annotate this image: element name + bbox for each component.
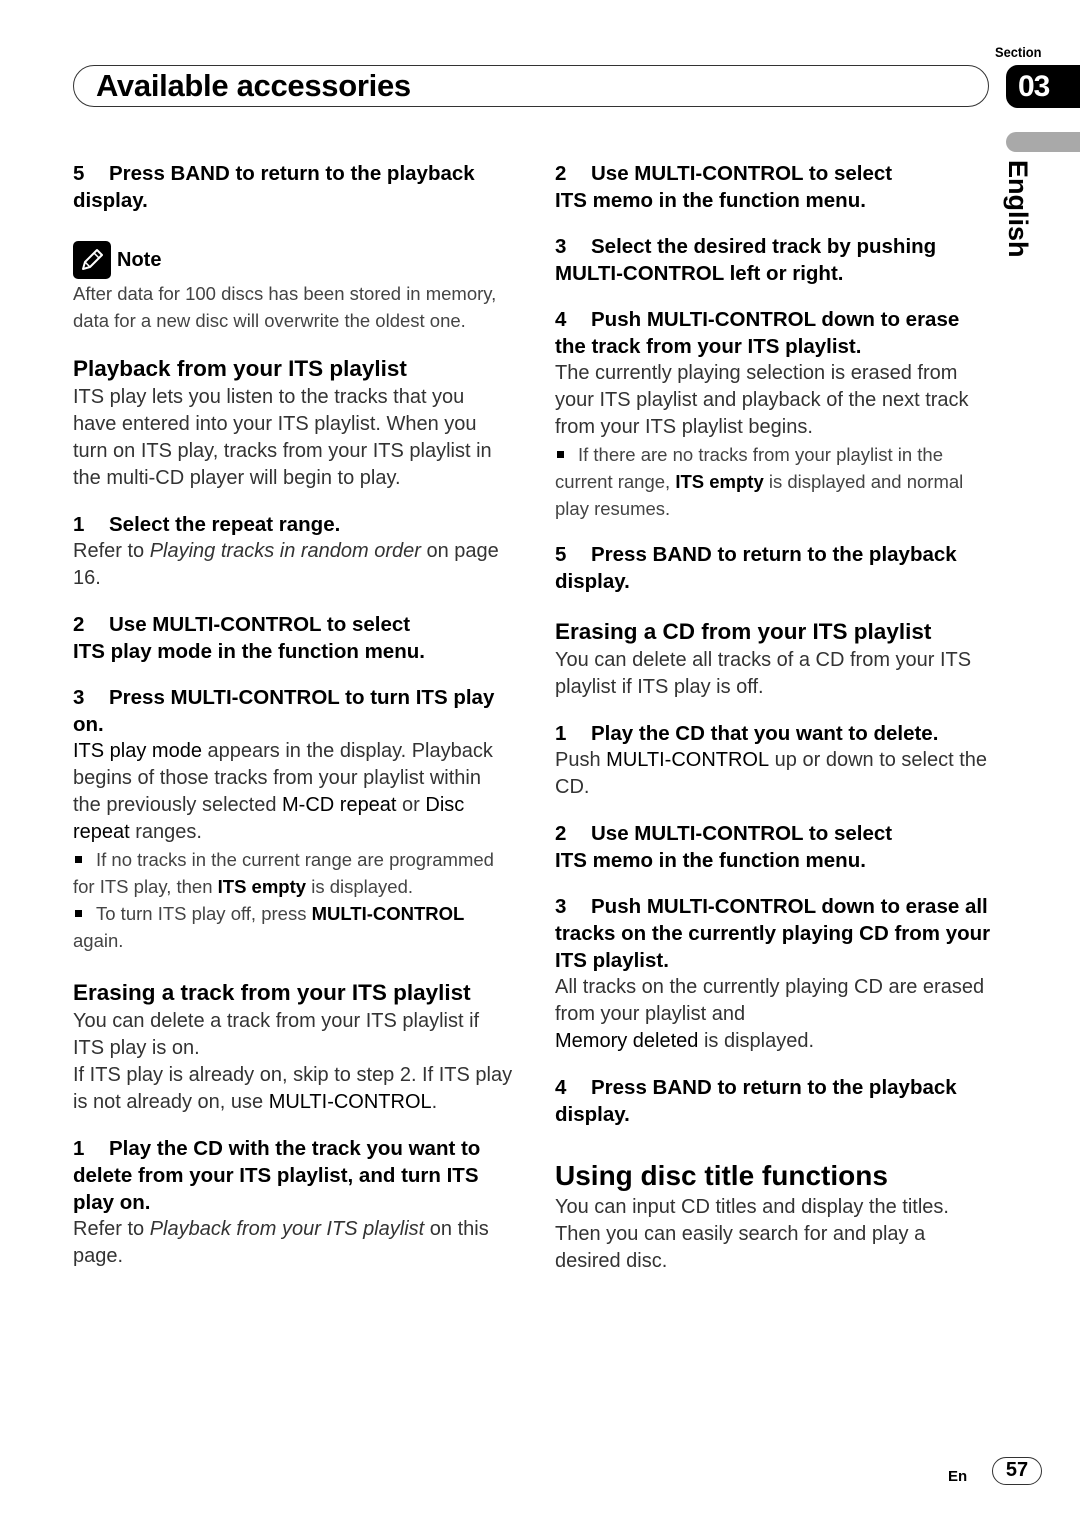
heading-disc-title: Using disc title functions <box>555 1160 888 1191</box>
step-1-play-cd-track: 1 Play the CD with the track you want to … <box>73 1137 481 1214</box>
step-3-turn-its-on: 3 Press MULTI-CONTROL to turn ITS play on… <box>73 686 495 736</box>
step-5: 5 Press BAND to return to the playback di… <box>73 162 475 212</box>
erase-track-intro-2: If ITS play is already on, skip to step … <box>73 1064 513 1113</box>
playback-intro: ITS play lets you listen to the tracks t… <box>73 386 492 489</box>
heading-erase-cd: Erasing a CD from your ITS playlist <box>555 619 932 644</box>
step-1-play-cd: 1 Play the CD that you want to delete. <box>555 722 939 745</box>
note-text: After data for 100 discs has been stored… <box>73 283 497 331</box>
heading-playback-its: Playback from your ITS playlist <box>73 356 407 381</box>
section-label: Section <box>995 44 1042 60</box>
bullet-square-icon <box>75 910 82 918</box>
footer-language: En <box>948 1468 968 1485</box>
step-1-erase-body: Refer to Playback from your ITS playlist… <box>73 1218 489 1267</box>
step-2-its-memo: 2 Use MULTI-CONTROL to select ITS memo in … <box>555 162 893 212</box>
left-column: 5 Press BAND to return to the playback di… <box>73 160 513 1270</box>
step-4-erase-track: 4 Push MULTI-CONTROL down to erase the tr… <box>555 308 960 358</box>
step-1-select-repeat: 1 Select the repeat range. <box>73 513 341 536</box>
step-2-its-memo-cd: 2 Use MULTI-CONTROL to select ITS memo in … <box>555 822 893 872</box>
erase-track-intro-1: You can delete a track from your ITS pla… <box>73 1010 480 1059</box>
step-1-cd-body: Push MULTI-CONTROL up or down to select … <box>555 749 988 798</box>
page-number: 57 <box>992 1457 1042 1485</box>
pencil-icon <box>73 241 111 279</box>
note-header: Note <box>73 240 513 280</box>
bullet-item: If there are no tracks from your playlis… <box>555 444 964 519</box>
step-3-select-track: 3 Select the desired track by pushing MUL… <box>555 235 937 285</box>
heading-erase-track: Erasing a track from your ITS playlist <box>73 980 471 1005</box>
bullet-square-icon <box>75 856 82 864</box>
disc-title-intro: You can input CD titles and display the … <box>555 1196 949 1272</box>
section-number-badge: 03 <box>1006 65 1080 108</box>
step-3-erase-all: 3 Push MULTI-CONTROL down to erase all tr… <box>555 895 991 972</box>
step-4-return: 4 Press BAND to return to the playback di… <box>555 1076 957 1126</box>
erase-cd-intro: You can delete all tracks of a CD from y… <box>555 649 972 698</box>
step-1-body: Refer to Playing tracks in random order … <box>73 540 499 589</box>
language-tab <box>1006 132 1080 152</box>
bullet-item: If no tracks in the current range are pr… <box>73 849 494 897</box>
right-column: 2 Use MULTI-CONTROL to select ITS memo in … <box>555 160 995 1275</box>
cross-reference-link[interactable]: Playing tracks in random order <box>150 540 421 562</box>
bullet-item: To turn ITS play off, press MULTI-CONTRO… <box>73 903 465 951</box>
cross-reference-link[interactable]: Playback from your ITS playlist <box>150 1218 425 1240</box>
step-3-body: ITS play mode appears in the display. Pl… <box>73 740 493 843</box>
note-label: Note <box>117 248 162 271</box>
step-5-return: 5 Press BAND to return to the playback di… <box>555 543 957 593</box>
language-label: English <box>1003 160 1033 258</box>
bullet-square-icon <box>557 451 564 459</box>
chapter-title: Available accessories <box>96 68 411 103</box>
step-3-cd-body: All tracks on the currently playing CD a… <box>555 976 985 1052</box>
step-4-body: The currently playing selection is erase… <box>555 362 969 438</box>
step-2-its-play-mode: 2 Use MULTI-CONTROL to select ITS play mod… <box>73 613 425 663</box>
